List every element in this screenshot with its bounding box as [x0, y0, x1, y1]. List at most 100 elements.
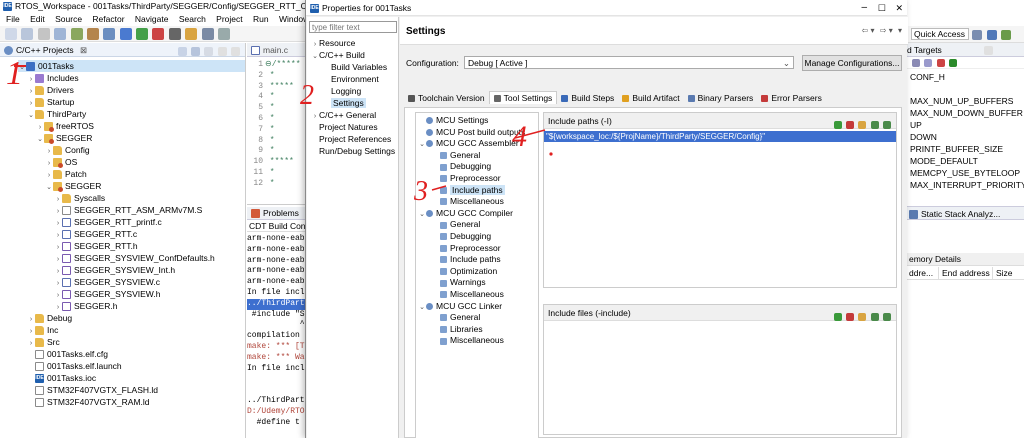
- chevron-right-icon[interactable]: ›: [54, 290, 62, 300]
- nav-item[interactable]: ⌄C/C++ Build: [311, 49, 398, 61]
- tool-tree-item[interactable]: General: [416, 150, 538, 162]
- project-tree-item[interactable]: STM32F407VGTX_FLASH.ld: [18, 384, 245, 396]
- outline-item[interactable]: MAX_NUM_UP_BUFFERS: [910, 95, 1024, 107]
- chevron-right-icon[interactable]: ›: [45, 146, 53, 156]
- chevron-right-icon[interactable]: ›: [54, 242, 62, 252]
- hide-nonpublic-icon[interactable]: [949, 58, 958, 67]
- terminal-icon[interactable]: [168, 28, 181, 40]
- nav-item[interactable]: Build Variables: [311, 61, 398, 73]
- tool-tree-item[interactable]: Miscellaneous: [416, 289, 538, 301]
- project-tree-item[interactable]: › SEGGER_RTT_printf.c: [18, 216, 245, 228]
- project-tree-item[interactable]: ⌄ SEGGER: [18, 180, 245, 192]
- close-icon[interactable]: ⊠: [80, 45, 87, 55]
- chevron-right-icon[interactable]: ›: [27, 314, 35, 324]
- chevron-right-icon[interactable]: ›: [54, 206, 62, 216]
- tool-tree-item[interactable]: Miscellaneous: [416, 335, 538, 347]
- edit-icon[interactable]: [858, 120, 867, 129]
- move-down-icon[interactable]: [883, 120, 891, 129]
- editor-text[interactable]: 1 ⊖/***** 2 * 3 ***** 4 * 5 * 6 * 7 * 8 * 9 * 10 *…: [247, 57, 310, 190]
- save-icon[interactable]: [21, 28, 34, 40]
- chevron-right-icon[interactable]: ›: [27, 86, 35, 96]
- column-end-address[interactable]: End address: [939, 267, 993, 280]
- project-tree-item[interactable]: › Includes: [18, 72, 245, 84]
- perspective-icon[interactable]: [972, 29, 983, 40]
- hammer-icon[interactable]: [86, 28, 99, 40]
- chevron-right-icon[interactable]: ›: [27, 326, 35, 336]
- filter-input[interactable]: [309, 21, 397, 33]
- project-tree-item[interactable]: › OS: [18, 156, 245, 168]
- chevron-right-icon[interactable]: ›: [54, 230, 62, 240]
- outline-item[interactable]: PRINTF_BUFFER_SIZE: [910, 143, 1024, 155]
- delete-icon[interactable]: [845, 312, 854, 321]
- outline-item[interactable]: MEMCPY_USE_BYTELOOP: [910, 167, 1024, 179]
- search-toolbar-icon[interactable]: [185, 28, 198, 40]
- project-tree-item[interactable]: › SEGGER_SYSVIEW_ConfDefaults.h: [18, 252, 245, 264]
- maximize-icon[interactable]: [231, 47, 240, 57]
- project-tree-item[interactable]: › SEGGER_SYSVIEW_Int.h: [18, 264, 245, 276]
- build-icon[interactable]: [70, 28, 83, 40]
- settings-icon[interactable]: [54, 28, 67, 40]
- chevron-down-icon[interactable]: ⌄: [36, 134, 44, 144]
- project-tree-item[interactable]: › SEGGER_SYSVIEW.h: [18, 288, 245, 300]
- tab-build-steps[interactable]: Build Steps: [557, 92, 618, 105]
- column-start-address[interactable]: ddre...: [907, 267, 939, 280]
- project-tree-item[interactable]: ⌄ ThirdParty: [18, 108, 245, 120]
- console-output[interactable]: arm-none-eab arm-none-eab arm-none-eab arm-…: [247, 232, 310, 428]
- project-tree-item[interactable]: › Config: [18, 144, 245, 156]
- project-tree-item[interactable]: › freeRTOS: [18, 120, 245, 132]
- external-tools-icon[interactable]: [152, 28, 165, 40]
- tab-toolchain-version[interactable]: Toolchain Version: [404, 92, 489, 105]
- nav-item[interactable]: Environment: [311, 73, 398, 85]
- minimize-window-button[interactable]: –: [861, 0, 867, 16]
- project-tree-item[interactable]: › Src: [18, 336, 245, 348]
- move-up-icon[interactable]: [870, 120, 879, 129]
- menu-run[interactable]: Run: [253, 14, 269, 24]
- tool-tree-item[interactable]: MCU Post build outputs: [416, 127, 538, 139]
- chevron-down-icon[interactable]: ⌄: [418, 139, 426, 150]
- chevron-right-icon[interactable]: ›: [27, 338, 35, 348]
- configuration-select[interactable]: Debug [ Active ] ⌄: [464, 56, 794, 69]
- close-window-button[interactable]: ✕: [895, 0, 903, 16]
- outline-item[interactable]: [910, 83, 1024, 95]
- chip-icon[interactable]: [103, 28, 116, 40]
- tool-tree-item[interactable]: Include paths: [416, 184, 538, 197]
- build-targets-tab[interactable]: d Targets: [907, 45, 942, 55]
- chevron-right-icon[interactable]: ›: [36, 122, 44, 132]
- collapse-all-icon[interactable]: [177, 47, 187, 57]
- menu-navigate[interactable]: Navigate: [135, 14, 169, 24]
- tool-tree-item[interactable]: General: [416, 312, 538, 324]
- tab-tool-settings[interactable]: Tool Settings: [488, 91, 558, 104]
- project-tree-item[interactable]: ⌄ SEGGER: [18, 132, 245, 144]
- outline-sort-icon[interactable]: [912, 58, 920, 67]
- project-tree-item[interactable]: › SEGGER_RTT.c: [18, 228, 245, 240]
- nav-item[interactable]: Run/Debug Settings: [311, 145, 398, 157]
- project-tree-item[interactable]: › Drivers: [18, 84, 245, 96]
- chevron-down-icon[interactable]: ⌄: [418, 209, 426, 220]
- chevron-right-icon[interactable]: ›: [45, 170, 53, 180]
- chevron-right-icon[interactable]: ›: [27, 74, 35, 84]
- nav-item[interactable]: › C/C++ General: [311, 109, 398, 121]
- menu-source[interactable]: Source: [55, 14, 82, 24]
- project-tree-item[interactable]: › Debug: [18, 312, 245, 324]
- project-tree-item[interactable]: › Syscalls: [18, 192, 245, 204]
- tab-error-parsers[interactable]: Error Parsers: [757, 92, 826, 105]
- project-explorer-label[interactable]: C/C++ Projects: [16, 45, 74, 55]
- tool-tree-item[interactable]: ⌄ MCU GCC Assembler: [416, 138, 538, 150]
- back-nav-icon[interactable]: ⇦ ▾: [862, 26, 875, 35]
- nav-item[interactable]: Settings: [311, 97, 398, 109]
- outline-item[interactable]: MAX_NUM_DOWN_BUFFER: [910, 107, 1024, 119]
- project-tree-item[interactable]: › SEGGER_SYSVIEW.c: [18, 276, 245, 288]
- column-size[interactable]: Size: [993, 267, 1013, 280]
- move-down-icon[interactable]: [883, 312, 891, 321]
- chevron-down-icon[interactable]: ⌄: [418, 302, 426, 313]
- project-tree-item[interactable]: 001Tasks.elf.cfg: [18, 348, 245, 360]
- tool-tree-item[interactable]: Libraries: [416, 324, 538, 336]
- project-tree-item[interactable]: › SEGGER_RTT.h: [18, 240, 245, 252]
- chevron-right-icon[interactable]: ›: [27, 98, 35, 108]
- tool-tree-item[interactable]: Preprocessor: [416, 173, 538, 185]
- chevron-right-icon[interactable]: ›: [54, 266, 62, 276]
- chevron-right-icon[interactable]: ›: [54, 194, 62, 204]
- forward-icon[interactable]: [217, 28, 230, 40]
- editor-tab-main[interactable]: main.c: [263, 45, 288, 55]
- menu-search[interactable]: Search: [179, 14, 206, 24]
